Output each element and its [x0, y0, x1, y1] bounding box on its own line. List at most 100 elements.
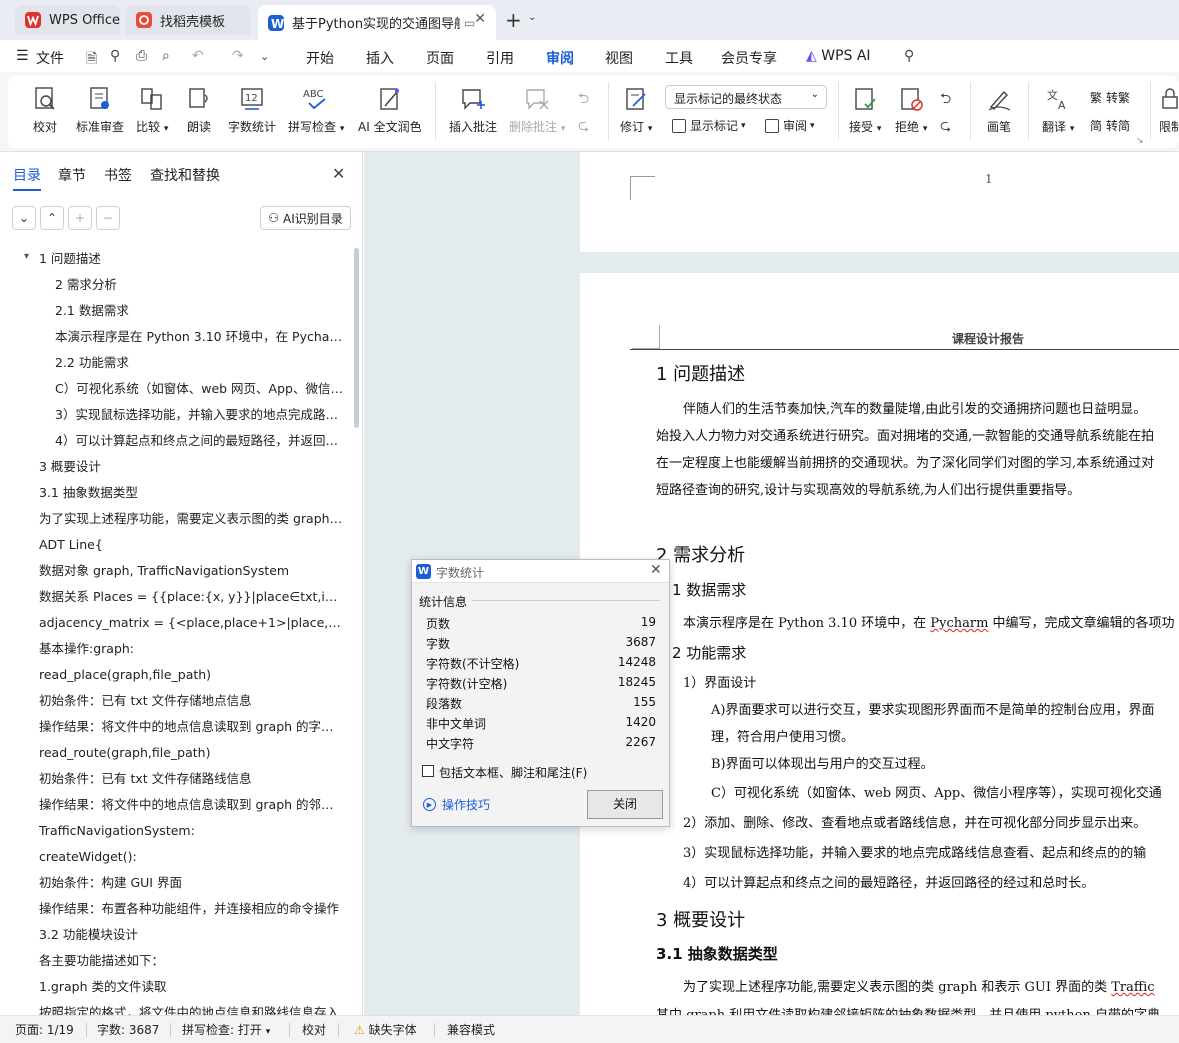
ribbon-expand-icon[interactable]: ↘: [1136, 136, 1144, 146]
include-textbox-checkbox[interactable]: [422, 765, 434, 777]
menu-file[interactable]: 文件: [36, 48, 64, 68]
search-icon[interactable]: ⚲: [904, 48, 914, 64]
toc-item[interactable]: 初始条件：已有 txt 文件存储地点信息: [39, 692, 346, 710]
track-changes-button[interactable]: 修订 ▾: [620, 76, 652, 135]
dialog-title-bar[interactable]: W 字数统计 ✕: [412, 560, 669, 583]
quick-access-chevron-icon[interactable]: ⌄: [260, 50, 269, 63]
toc-item[interactable]: 初始条件：构建 GUI 界面: [39, 874, 346, 892]
close-button[interactable]: 关闭: [587, 790, 663, 819]
close-pane-icon[interactable]: ✕: [332, 164, 345, 183]
tab-list-chevron-icon[interactable]: ⌄: [528, 12, 536, 23]
toc-item[interactable]: read_place(graph,file_path): [39, 666, 346, 684]
status-page[interactable]: 页面: 1/19: [15, 1021, 74, 1038]
translate-button[interactable]: 文A 翻译 ▾: [1042, 76, 1074, 135]
standard-review-button[interactable]: 标准审查: [76, 76, 124, 135]
reject-button[interactable]: 拒绝 ▾: [895, 76, 927, 135]
toc-item[interactable]: 2.1 数据需求: [55, 302, 346, 320]
markup-display-select[interactable]: 显示标记的最终状态 ⌄: [665, 85, 827, 109]
ai-polish-button[interactable]: AI 全文润色: [358, 76, 422, 135]
toc-item[interactable]: createWidget():: [39, 848, 346, 866]
next-comment-icon[interactable]: ⮎: [578, 115, 589, 139]
close-tab-icon[interactable]: ✕: [474, 11, 486, 27]
toc-item[interactable]: 3.1 抽象数据类型: [39, 484, 346, 502]
previous-change-icon[interactable]: ⮌: [940, 88, 951, 112]
expand-up-button[interactable]: ⌃: [40, 206, 64, 230]
pen-button[interactable]: 画笔: [986, 76, 1012, 135]
word-count-button[interactable]: 12 字数统计: [228, 76, 276, 135]
accept-button[interactable]: 接受 ▾: [849, 76, 881, 135]
toc-item[interactable]: 3）实现鼠标选择功能，并输入要求的地点完成路线信息查看: [55, 406, 346, 424]
menu-insert[interactable]: 插入: [366, 48, 394, 68]
tab-bookmarks[interactable]: 书签: [104, 165, 132, 185]
ai-toc-button[interactable]: ⚇ AI识别目录: [260, 206, 351, 230]
remove-heading-button[interactable]: −: [96, 206, 120, 230]
tab-sections[interactable]: 章节: [58, 165, 86, 185]
new-tab-icon[interactable]: +: [505, 8, 522, 32]
spelling-error-word[interactable]: Pycharm: [930, 616, 988, 631]
toc-item[interactable]: 4）可以计算起点和终点之间的最短路径，并返回路径的经过和总时长: [55, 432, 346, 450]
tips-link[interactable]: ▶ 操作技巧: [423, 796, 490, 813]
print-icon[interactable]: ⎙: [136, 48, 147, 64]
toc-scrollbar[interactable]: [354, 248, 359, 428]
toc-item[interactable]: 2 需求分析: [55, 276, 346, 294]
status-missing-font[interactable]: ⚠ 缺失字体: [354, 1021, 417, 1038]
add-heading-button[interactable]: +: [68, 206, 92, 230]
menu-tools[interactable]: 工具: [665, 48, 693, 68]
toc-item[interactable]: 初始条件：已有 txt 文件存储路线信息: [39, 770, 346, 788]
delete-comment-button[interactable]: 删除批注 ▾: [509, 76, 565, 135]
to-simplified-button[interactable]: 简转简: [1090, 117, 1130, 134]
redo-icon[interactable]: ↷: [232, 48, 244, 64]
insert-comment-button[interactable]: 插入批注: [449, 76, 497, 135]
toc-item[interactable]: 1 问题描述: [39, 250, 346, 268]
menu-review[interactable]: 审阅: [546, 48, 574, 75]
toc-item[interactable]: C）可视化系统（如窗体、web 网页、App、微信小程序等），实现可视化交通: [55, 380, 346, 398]
toc-item[interactable]: 操作结果：布置各种功能组件，并连接相应的命令操作: [39, 900, 346, 918]
toc-item[interactable]: 基本操作:graph:: [39, 640, 346, 658]
menu-home[interactable]: 开始: [306, 48, 334, 68]
toc-item[interactable]: 操作结果：将文件中的地点信息读取到 graph 的字典 places 中: [39, 718, 346, 736]
undo-icon[interactable]: ↶: [192, 48, 204, 64]
proofread-button[interactable]: 校对: [32, 76, 58, 135]
show-markup-button[interactable]: 显示标记 ▾: [672, 117, 746, 134]
close-dialog-icon[interactable]: ✕: [650, 562, 662, 578]
status-proofread[interactable]: 校对: [302, 1021, 326, 1038]
review-pane-button[interactable]: 审阅 ▾: [765, 117, 815, 134]
tab-wps-office[interactable]: WPS Office: [15, 5, 120, 35]
share-icon[interactable]: ⚲: [110, 48, 120, 64]
hamburger-icon[interactable]: ☰: [16, 48, 29, 64]
spelling-error-word[interactable]: Traffic: [1111, 980, 1154, 995]
print-preview-icon[interactable]: ⌕: [162, 48, 170, 64]
toc-item[interactable]: 2.2 功能需求: [55, 354, 346, 372]
tab-document[interactable]: W 基于Python实现的交通图导航 ▭ ✕: [258, 5, 496, 40]
toc-item[interactable]: 3 概要设计: [39, 458, 346, 476]
toc-item[interactable]: read_route(graph,file_path): [39, 744, 346, 762]
next-change-icon[interactable]: ⮎: [940, 115, 951, 139]
tab-docer-templates[interactable]: 找稻壳模板: [126, 5, 250, 35]
compare-button[interactable]: 比较 ▾: [136, 76, 168, 135]
previous-comment-icon[interactable]: ⮌: [578, 88, 589, 112]
toc-item[interactable]: TrafficNavigationSystem:: [39, 822, 346, 840]
status-word-count[interactable]: 字数: 3687: [97, 1021, 159, 1038]
read-aloud-button[interactable]: 朗读: [186, 76, 212, 135]
tab-toc[interactable]: 目录: [13, 165, 41, 191]
toc-item[interactable]: 数据关系 Places = {{place:{x, y}}|place∈txt,…: [39, 588, 346, 606]
toc-item[interactable]: 1.graph 类的文件读取: [39, 978, 346, 996]
toc-item[interactable]: adjacency_matrix = {<place,place+1>|plac…: [39, 614, 346, 632]
toc-item[interactable]: 本演示程序是在 Python 3.10 环境中，在 Pycharm 中编写，完成…: [55, 328, 346, 346]
toc-item[interactable]: 各主要功能描述如下：: [39, 952, 346, 970]
menu-references[interactable]: 引用: [486, 48, 514, 68]
wps-ai-menu[interactable]: ◭ WPS AI: [806, 48, 871, 64]
spell-check-button[interactable]: ABC 拼写检查 ▾: [288, 76, 344, 135]
toc-item[interactable]: ADT Line{: [39, 536, 346, 554]
toc-item[interactable]: 数据对象 graph, TrafficNavigationSystem: [39, 562, 346, 580]
toc-expand-toggle-icon[interactable]: ▾: [24, 251, 29, 262]
toc-item[interactable]: 操作结果：将文件中的地点信息读取到 graph 的邻接矩阵中: [39, 796, 346, 814]
menu-page[interactable]: 页面: [426, 48, 454, 68]
restrict-editing-button[interactable]: 限制: [1158, 76, 1179, 135]
menu-member[interactable]: 会员专享: [721, 48, 777, 68]
menu-view[interactable]: 视图: [605, 48, 633, 68]
to-traditional-button[interactable]: 繁转繁: [1090, 89, 1130, 106]
toc-item[interactable]: 3.2 功能模块设计: [39, 926, 346, 944]
toc-item[interactable]: 为了实现上述程序功能，需要定义表示图的类 graph 和表示 GUI 界面的类: [39, 510, 346, 528]
collapse-all-button[interactable]: ⌄: [12, 206, 36, 230]
